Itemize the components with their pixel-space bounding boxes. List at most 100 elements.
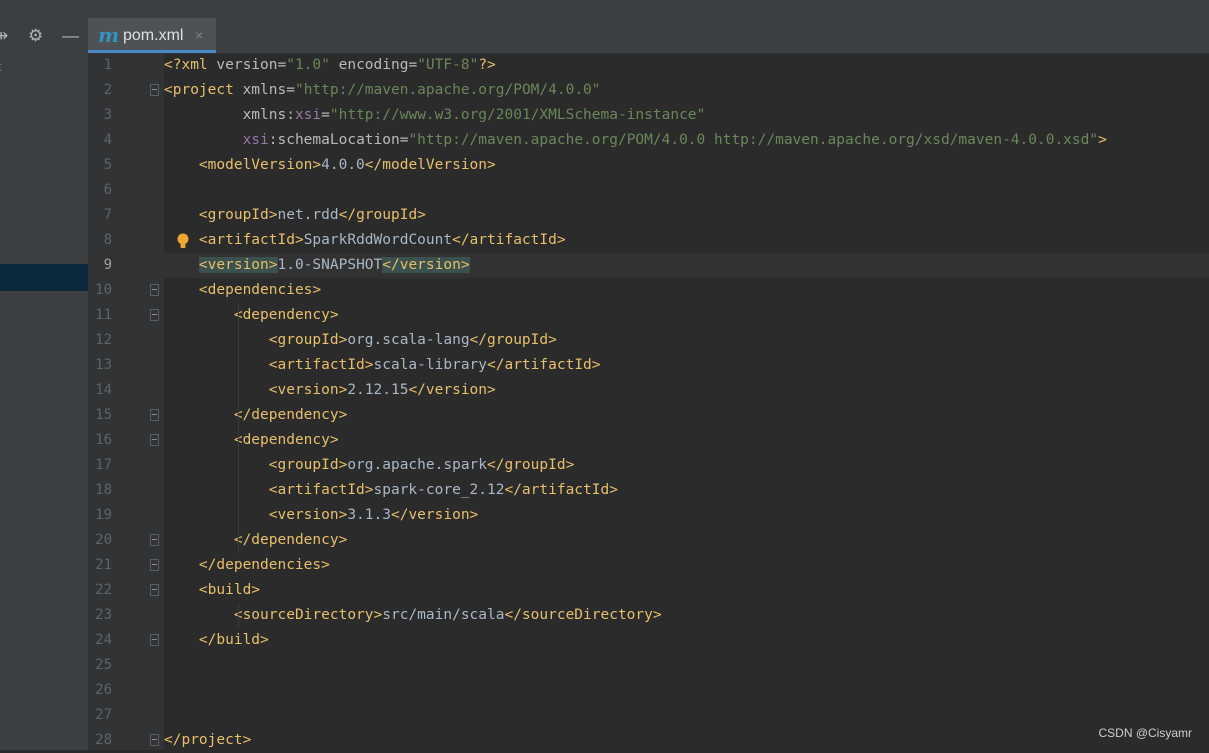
indent-guide xyxy=(238,303,239,553)
project-tree-selected-row[interactable] xyxy=(0,264,88,291)
line-number: 23 xyxy=(95,607,112,623)
code-text: <version>2.12.15</version> xyxy=(164,378,496,403)
code-token: <artifactId> xyxy=(164,232,304,248)
code-text: </project> xyxy=(164,728,251,753)
code-line[interactable]: 20 </dependency> xyxy=(88,528,1209,553)
code-token: <version> xyxy=(164,382,348,398)
line-number: 10 xyxy=(95,282,112,298)
code-line[interactable]: 28 </project> xyxy=(88,728,1209,753)
code-line[interactable]: 9 <version>1.0-SNAPSHOT</version> xyxy=(88,253,1209,278)
line-number: 8 xyxy=(103,232,112,248)
code-text: xmlns:xsi="http://www.w3.org/2001/XMLSch… xyxy=(164,103,706,128)
code-line[interactable]: 16 <dependency> xyxy=(88,428,1209,453)
code-token: </project> xyxy=(164,732,252,748)
code-line[interactable]: 12 <groupId>org.scala-lang</groupId> xyxy=(88,328,1209,353)
line-number: 16 xyxy=(95,432,112,448)
fold-icon[interactable] xyxy=(150,434,159,446)
code-text: <artifactId>scala-library</artifactId> xyxy=(164,353,601,378)
code-line[interactable]: 15 </dependency> xyxy=(88,403,1209,428)
code-line[interactable]: 11 <dependency> xyxy=(88,303,1209,328)
code-line[interactable]: 14 <version>2.12.15</version> xyxy=(88,378,1209,403)
line-number: 2 xyxy=(103,82,112,98)
code-line[interactable]: 25 xyxy=(88,653,1209,678)
minimize-icon[interactable]: — xyxy=(62,26,79,46)
code-token: <sourceDirectory> xyxy=(164,607,383,623)
code-text: <artifactId>SparkRddWordCount</artifactI… xyxy=(164,228,566,253)
code-line[interactable]: 7 <groupId>net.rdd</groupId> xyxy=(88,203,1209,228)
code-line[interactable]: 1 <?xml version="1.0" encoding="UTF-8"?> xyxy=(88,53,1209,78)
fold-icon[interactable] xyxy=(150,309,159,321)
code-line[interactable]: 23 <sourceDirectory>src/main/scala</sour… xyxy=(88,603,1209,628)
fold-icon[interactable] xyxy=(150,559,159,571)
line-number: 6 xyxy=(103,182,112,198)
code-line[interactable]: 24 </build> xyxy=(88,628,1209,653)
code-text: </dependency> xyxy=(164,403,348,428)
code-line[interactable]: 3 xmlns:xsi="http://www.w3.org/2001/XMLS… xyxy=(88,103,1209,128)
code-line[interactable]: 21 </dependencies> xyxy=(88,553,1209,578)
code-text: </build> xyxy=(164,628,269,653)
code-line[interactable]: 27 xyxy=(88,703,1209,728)
split-arrows-icon[interactable]: ⇹ xyxy=(0,26,8,46)
code-line[interactable]: 2 <project xmlns="http://maven.apache.org… xyxy=(88,78,1209,103)
code-line[interactable]: 5 <modelVersion>4.0.0</modelVersion> xyxy=(88,153,1209,178)
code-token: "http://maven.apache.org/POM/4.0.0" xyxy=(294,82,601,98)
code-token: <modelVersion> xyxy=(164,157,322,173)
code-token: 1.0-SNAPSHOT xyxy=(277,257,383,273)
code-line[interactable]: 6 xyxy=(88,178,1209,203)
code-text: <groupId>org.apache.spark</groupId> xyxy=(164,453,575,478)
code-token: xsi xyxy=(164,132,269,148)
code-token: </version> xyxy=(408,382,496,398)
line-number: 12 xyxy=(95,332,112,348)
code-text: <project xmlns="http://maven.apache.org/… xyxy=(164,78,601,103)
code-token: </dependencies> xyxy=(164,557,330,573)
code-line[interactable]: 18 <artifactId>spark-core_2.12</artifact… xyxy=(88,478,1209,503)
code-text: </dependencies> xyxy=(164,553,330,578)
line-number: 13 xyxy=(95,357,112,373)
code-line[interactable]: 13 <artifactId>scala-library</artifactId… xyxy=(88,353,1209,378)
fold-icon[interactable] xyxy=(150,584,159,596)
code-token: <project xyxy=(164,82,243,98)
line-number: 9 xyxy=(103,257,112,273)
code-token: <dependency> xyxy=(164,432,339,448)
line-number: 26 xyxy=(95,682,112,698)
tab-label: pom.xml xyxy=(123,27,184,44)
code-text: <dependency> xyxy=(164,428,339,453)
code-line[interactable]: 17 <groupId>org.apache.spark</groupId> xyxy=(88,453,1209,478)
code-token: <artifactId> xyxy=(164,357,374,373)
close-icon[interactable]: × xyxy=(195,27,203,43)
code-line[interactable]: 10 <dependencies> xyxy=(88,278,1209,303)
code-token: ?> xyxy=(478,57,496,73)
fold-icon[interactable] xyxy=(150,84,159,96)
code-token: > xyxy=(1098,132,1107,148)
line-number: 24 xyxy=(95,632,112,648)
line-number: 7 xyxy=(103,207,112,223)
code-text: <dependency> xyxy=(164,303,339,328)
code-token: <dependency> xyxy=(164,307,339,323)
fold-icon[interactable] xyxy=(150,534,159,546)
code-token: </sourceDirectory> xyxy=(504,607,662,623)
code-editor[interactable]: 1 <?xml version="1.0" encoding="UTF-8"?> 2… xyxy=(88,53,1209,750)
code-text: <dependencies> xyxy=(164,278,321,303)
code-token: "UTF-8" xyxy=(417,57,479,73)
tab-pom-xml[interactable]: m pom.xml × xyxy=(88,18,216,53)
line-number: 25 xyxy=(95,657,112,673)
fold-icon[interactable] xyxy=(150,634,159,646)
fold-icon[interactable] xyxy=(150,409,159,421)
code-line[interactable]: 8 <artifactId>SparkRddWordCount</artifac… xyxy=(88,228,1209,253)
code-token: src/main/scala xyxy=(382,607,505,623)
code-token: = xyxy=(321,107,330,123)
fold-icon[interactable] xyxy=(150,734,159,746)
code-token: "http://maven.apache.org/POM/4.0.0 http:… xyxy=(408,132,1099,148)
code-line[interactable]: 22 <build> xyxy=(88,578,1209,603)
code-token: encoding= xyxy=(329,57,418,73)
code-token: <groupId> xyxy=(164,332,348,348)
code-line[interactable]: 19 <version>3.1.3</version> xyxy=(88,503,1209,528)
indent-guide xyxy=(238,603,239,628)
gear-icon[interactable]: ⚙ xyxy=(28,26,43,46)
code-text: <version>3.1.3</version> xyxy=(164,503,479,528)
code-line[interactable]: 4 xsi:schemaLocation="http://maven.apach… xyxy=(88,128,1209,153)
code-token: <?xml xyxy=(164,57,217,73)
line-number: 27 xyxy=(95,707,112,723)
fold-icon[interactable] xyxy=(150,284,159,296)
code-line[interactable]: 26 xyxy=(88,678,1209,703)
